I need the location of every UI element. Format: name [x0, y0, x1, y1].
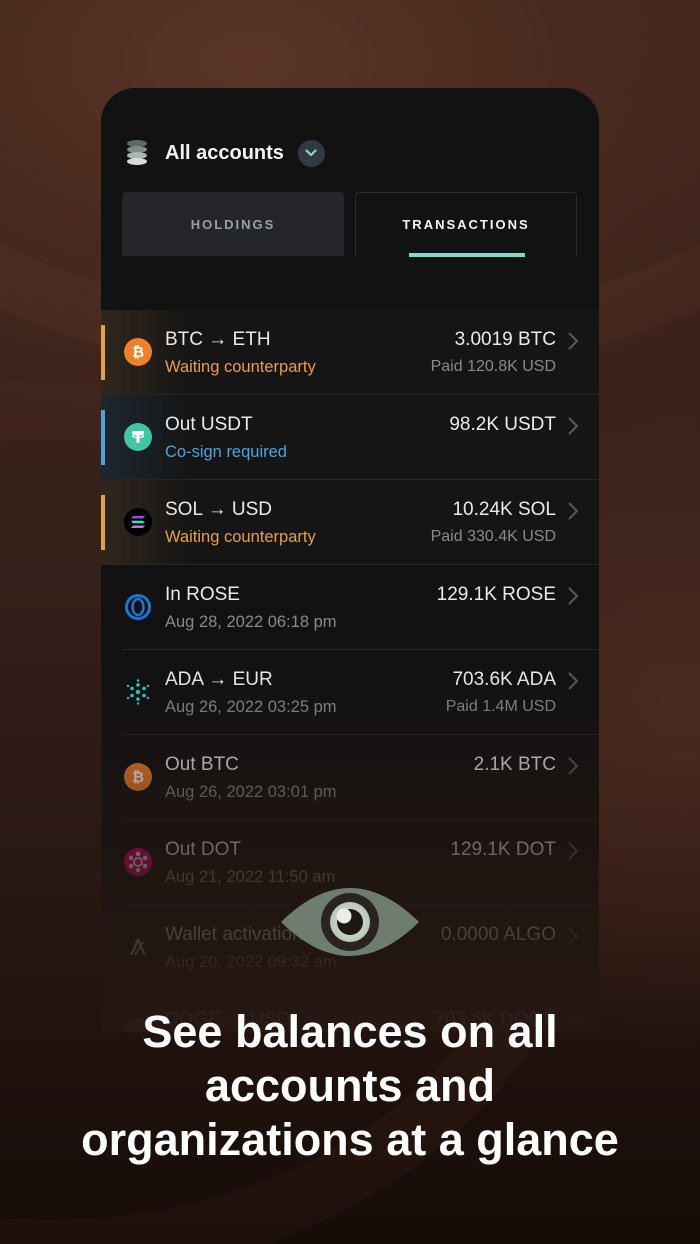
- transaction-paid: Paid 120.8K USD: [430, 358, 556, 375]
- transaction-row[interactable]: ADA → EUR Aug 26, 2022 03:25 pm 703.6K A…: [101, 650, 599, 735]
- chevron-right-icon: [568, 502, 579, 520]
- transaction-title: Out DOT: [165, 839, 242, 860]
- transaction-amount: 0.0000 ALGO: [440, 924, 556, 945]
- transaction-title: Out USDT: [165, 414, 253, 435]
- transaction-status: Waiting counterparty: [165, 358, 316, 376]
- chevron-right-icon: [568, 757, 579, 775]
- tether-icon: [124, 423, 152, 451]
- chevron-right-icon: [568, 672, 579, 690]
- transaction-status: Waiting counterparty: [165, 528, 316, 546]
- bitcoin-icon: ₿: [124, 338, 152, 366]
- tab-transactions-label: TRANSACTIONS: [402, 217, 530, 232]
- headline-line: accounts and: [204, 1060, 496, 1111]
- account-stack-icon: [125, 138, 149, 168]
- chevron-down-icon[interactable]: [297, 139, 325, 167]
- algorand-icon: [124, 933, 152, 961]
- tab-holdings-label: HOLDINGS: [190, 216, 276, 232]
- transaction-status: Co-sign required: [165, 443, 287, 461]
- transaction-amount: 703.6K ADA: [452, 669, 556, 690]
- chevron-right-icon: [568, 587, 579, 605]
- status-bar: [101, 410, 105, 465]
- solana-icon: [124, 508, 152, 536]
- tab-bar: HOLDINGS TRANSACTIONS: [101, 192, 599, 360]
- transaction-amount: 98.2K USDT: [449, 414, 556, 435]
- transaction-paid: Paid 330.4K USD: [430, 528, 556, 545]
- transaction-row[interactable]: SOL → USD Waiting counterparty 10.24K SO…: [101, 480, 599, 565]
- polkadot-icon: [124, 848, 152, 876]
- chevron-right-icon: [568, 417, 579, 435]
- transaction-row[interactable]: Out USDT Co-sign required 98.2K USDT: [101, 395, 599, 480]
- status-bar: [101, 495, 105, 550]
- transaction-date: Aug 26, 2022 03:01 pm: [165, 783, 337, 801]
- headline-line: See balances on all: [142, 1006, 558, 1057]
- account-selector[interactable]: All accounts: [125, 135, 325, 171]
- tab-holdings[interactable]: HOLDINGS: [122, 192, 344, 256]
- transaction-date: Aug 26, 2022 03:25 pm: [165, 698, 337, 716]
- transaction-row[interactable]: ₿ BTC → ETH Waiting counterparty 3.0019 …: [101, 310, 599, 395]
- transaction-title: SOL → USD: [165, 499, 272, 520]
- eye-icon: [281, 888, 419, 956]
- transaction-amount: 3.0019 BTC: [454, 329, 556, 350]
- transaction-paid: Paid 1.4M USD: [445, 698, 556, 715]
- transaction-amount: 2.1K BTC: [473, 754, 556, 775]
- headline-line: organizations at a glance: [81, 1114, 619, 1165]
- transaction-amount: 129.1K ROSE: [436, 584, 556, 605]
- chevron-right-icon: [568, 927, 579, 945]
- transaction-title: ADA → EUR: [165, 669, 273, 690]
- transaction-title: Out BTC: [165, 754, 239, 775]
- transaction-row[interactable]: ₿ Out BTC Aug 26, 2022 03:01 pm 2.1K BTC: [101, 735, 599, 820]
- cardano-icon: [124, 678, 152, 706]
- transaction-date: Aug 28, 2022 06:18 pm: [165, 613, 337, 631]
- transaction-amount: 129.1K DOT: [450, 839, 556, 860]
- status-bar: [101, 325, 105, 380]
- chevron-right-icon: [568, 842, 579, 860]
- tab-transactions[interactable]: TRANSACTIONS: [355, 192, 577, 257]
- chevron-right-icon: [568, 332, 579, 350]
- transaction-amount: 10.24K SOL: [452, 499, 556, 520]
- bitcoin-icon: ₿: [124, 763, 152, 791]
- transaction-title: BTC → ETH: [165, 329, 271, 350]
- transaction-row[interactable]: In ROSE Aug 28, 2022 06:18 pm 129.1K ROS…: [101, 565, 599, 650]
- marketing-headline: See balances on all accounts and organiz…: [0, 1005, 700, 1167]
- account-title: All accounts: [165, 141, 284, 164]
- oasis-rose-icon: [124, 593, 152, 621]
- active-tab-indicator: [409, 253, 525, 257]
- transaction-title: In ROSE: [165, 584, 240, 605]
